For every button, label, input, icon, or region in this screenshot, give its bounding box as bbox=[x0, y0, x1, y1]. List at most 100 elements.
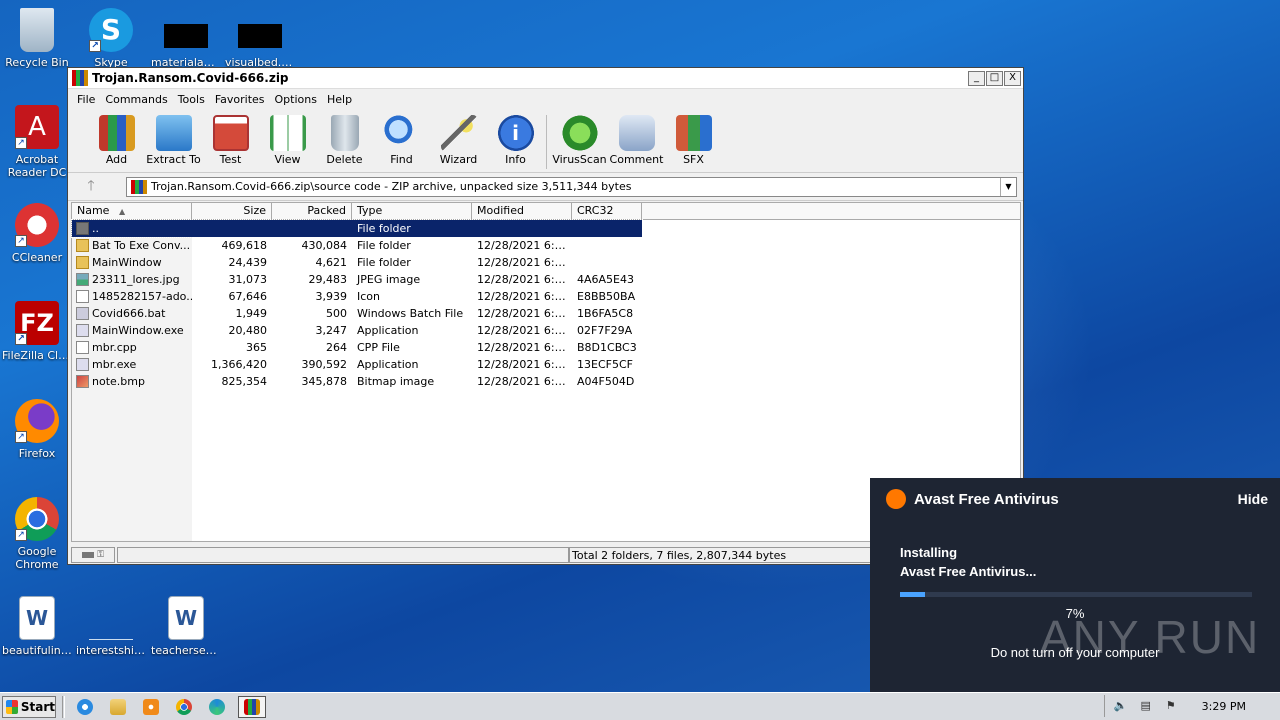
exe-file-icon bbox=[76, 358, 89, 371]
desktop-icon-ccleaner[interactable]: ↗ CCleaner bbox=[0, 203, 74, 264]
desktop-icon-teacherseas[interactable]: W teacherseas... bbox=[149, 596, 223, 657]
close-button[interactable]: X bbox=[1004, 70, 1021, 86]
address-bar[interactable]: Trojan.Ransom.Covid-666.zip\source code … bbox=[126, 176, 1017, 197]
menu-favorites[interactable]: Favorites bbox=[210, 93, 270, 106]
view-book-icon bbox=[269, 115, 306, 151]
ie-icon bbox=[77, 698, 93, 715]
virusscan-button[interactable]: VirusScan bbox=[551, 113, 608, 166]
delete-button[interactable]: Delete bbox=[316, 113, 373, 166]
speaker-icon[interactable]: 🔈 bbox=[1113, 699, 1129, 713]
desktop-icon-recycle-bin[interactable]: Recycle Bin bbox=[0, 8, 74, 69]
minimize-button[interactable]: _ bbox=[968, 70, 985, 86]
media-player-icon bbox=[143, 698, 159, 715]
col-name[interactable]: Name ▲ bbox=[72, 203, 192, 219]
desktop-icon-visualbed[interactable]: visualbed.jpg bbox=[223, 24, 297, 69]
desktop-icon-materialaug[interactable]: materialaug... bbox=[149, 24, 223, 69]
taskbar-ie[interactable] bbox=[73, 696, 97, 718]
file-rows: .. File folder Bat To Exe Conv... 469,618 43… bbox=[71, 219, 1020, 390]
menu-options[interactable]: Options bbox=[270, 93, 322, 106]
start-button[interactable]: Start bbox=[2, 695, 56, 718]
desktop-icon-firefox[interactable]: ↗ Firefox bbox=[0, 399, 74, 460]
table-row[interactable]: Bat To Exe Conv... 469,618 430,084 File fol… bbox=[72, 237, 1020, 254]
file-type-cell: Icon bbox=[357, 290, 380, 303]
add-button[interactable]: Add bbox=[88, 113, 145, 166]
col-packed[interactable]: Packed bbox=[272, 203, 352, 219]
extract-to-button[interactable]: Extract To bbox=[145, 113, 202, 166]
taskbar-media-player[interactable] bbox=[139, 696, 163, 718]
sfx-button[interactable]: SFX bbox=[665, 113, 722, 166]
menu-commands[interactable]: Commands bbox=[100, 93, 172, 106]
action-center-flag-icon[interactable]: ⚑ bbox=[1163, 699, 1179, 713]
col-crc32[interactable]: CRC32 bbox=[572, 203, 642, 219]
desktop-icon-skype[interactable]: S ↗ Skype bbox=[74, 8, 148, 69]
taskbar-winrar[interactable] bbox=[238, 695, 266, 718]
sort-ascending-icon: ▲ bbox=[118, 207, 126, 216]
taskbar-separator bbox=[62, 695, 65, 718]
col-modified[interactable]: Modified bbox=[472, 203, 572, 219]
magnifier-icon bbox=[383, 115, 420, 151]
file-size-cell: 20,480 bbox=[228, 324, 268, 337]
firefox-icon: ↗ bbox=[15, 399, 59, 443]
clock[interactable]: 3:29 PM bbox=[1202, 700, 1246, 713]
file-modified-cell: 12/28/2021 6:0... bbox=[477, 256, 572, 269]
wizard-button[interactable]: Wizard bbox=[430, 113, 487, 166]
up-arrow-icon[interactable]: 🡑 bbox=[74, 175, 108, 199]
chevron-down-icon[interactable]: ▼ bbox=[1000, 177, 1016, 196]
title-bar[interactable]: Trojan.Ransom.Covid-666.zip _ □ X bbox=[68, 68, 1023, 89]
taskbar-explorer[interactable] bbox=[106, 696, 130, 718]
install-status-line2: Avast Free Antivirus... bbox=[900, 564, 1037, 579]
file-modified-cell: 12/28/2021 6:1... bbox=[477, 358, 572, 371]
menu-help[interactable]: Help bbox=[322, 93, 357, 106]
file-name-cell: mbr.cpp bbox=[72, 339, 192, 356]
shortcut-arrow-icon: ↗ bbox=[15, 333, 27, 345]
install-status-line1: Installing bbox=[900, 545, 958, 560]
file-file-icon bbox=[76, 341, 89, 354]
find-button[interactable]: Find bbox=[373, 113, 430, 166]
table-row[interactable]: Covid666.bat 1,949 500 Windows Batch File 12… bbox=[72, 305, 1020, 322]
table-row[interactable]: MainWindow.exe 20,480 3,247 Application 12/2… bbox=[72, 322, 1020, 339]
test-button[interactable]: Test bbox=[202, 113, 259, 166]
table-row[interactable]: 1485282157-ado... 67,646 3,939 Icon 12/28/20… bbox=[72, 288, 1020, 305]
view-button[interactable]: View bbox=[259, 113, 316, 166]
image-file-icon bbox=[164, 24, 208, 48]
file-type-cell: File folder bbox=[357, 239, 411, 252]
desktop-icon-filezilla[interactable]: FZ ↗ FileZilla Client bbox=[0, 301, 74, 362]
file-size-cell: 24,439 bbox=[228, 256, 268, 269]
col-type[interactable]: Type bbox=[352, 203, 472, 219]
test-clipboard-icon bbox=[212, 115, 249, 151]
col-size[interactable]: Size bbox=[192, 203, 272, 219]
menu-bar: File Commands Tools Favorites Options He… bbox=[68, 89, 1023, 109]
recycle-bin-icon bbox=[20, 8, 54, 52]
address-text: Trojan.Ransom.Covid-666.zip\source code … bbox=[151, 180, 632, 193]
taskbar-chrome[interactable] bbox=[172, 696, 196, 718]
file-modified-cell: 12/28/2021 6:2... bbox=[477, 290, 572, 303]
up-file-icon bbox=[76, 222, 89, 235]
table-row[interactable]: note.bmp 825,354 345,878 Bitmap image 12/28/… bbox=[72, 373, 1020, 390]
desktop-icon-interestship[interactable]: interestship... bbox=[74, 596, 148, 657]
toolbar: Add Extract To Test View Delete Find Wiz… bbox=[68, 109, 1023, 173]
table-row[interactable]: mbr.exe 1,366,420 390,592 Application 12/28/… bbox=[72, 356, 1020, 373]
file-name-cell: 1485282157-ado... bbox=[72, 288, 192, 305]
maximize-button[interactable]: □ bbox=[986, 70, 1003, 86]
file-packed-cell: 4,621 bbox=[315, 256, 348, 269]
table-row[interactable]: mbr.cpp 365 264 CPP File 12/28/2021 6:1... B8… bbox=[72, 339, 1020, 356]
info-button[interactable]: i Info bbox=[487, 113, 544, 166]
table-row[interactable]: 23311_lores.jpg 31,073 29,483 JPEG image 12/… bbox=[72, 271, 1020, 288]
file-type-cell: JPEG image bbox=[357, 273, 421, 286]
taskbar-edge[interactable] bbox=[205, 696, 229, 718]
network-icon[interactable]: ▤ bbox=[1138, 699, 1154, 713]
menu-tools[interactable]: Tools bbox=[173, 93, 210, 106]
windows-flag-icon bbox=[6, 699, 18, 714]
table-row[interactable]: MainWindow 24,439 4,621 File folder 12/28/20… bbox=[72, 254, 1020, 271]
desktop-icon-acrobat[interactable]: A ↗ Acrobat Reader DC bbox=[0, 105, 74, 179]
desktop-icon-beautifulint[interactable]: W beautifulint... bbox=[0, 596, 74, 657]
comment-button[interactable]: Comment bbox=[608, 113, 665, 166]
table-row[interactable]: .. File folder bbox=[71, 219, 643, 238]
hide-button[interactable]: Hide bbox=[1238, 491, 1268, 507]
file-type-cell: Bitmap image bbox=[357, 375, 435, 388]
filezilla-icon: FZ ↗ bbox=[15, 301, 59, 345]
menu-file[interactable]: File bbox=[72, 93, 100, 106]
file-crc-cell bbox=[572, 254, 642, 271]
desktop-icon-chrome[interactable]: ↗ Google Chrome bbox=[0, 497, 74, 571]
file-packed-cell: 430,084 bbox=[301, 239, 348, 252]
